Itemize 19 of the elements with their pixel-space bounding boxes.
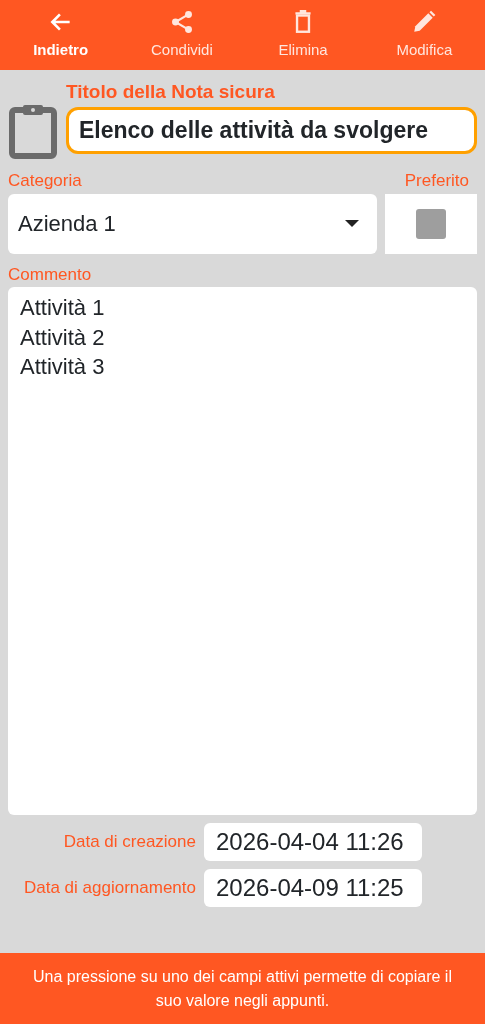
date-label: Data di creazione xyxy=(62,830,196,853)
comment-field[interactable]: Attività 1 Attività 2 Attività 3 xyxy=(8,287,477,815)
category-dropdown[interactable]: Azienda 1 xyxy=(8,193,377,254)
comment-line: Attività 1 xyxy=(20,294,106,322)
date-field[interactable]: 2026-04-09 11:25 xyxy=(204,869,422,907)
field-label: Commento xyxy=(7,263,93,286)
edit-icon xyxy=(411,8,438,35)
comment-line: Attività 3 xyxy=(20,353,106,382)
date-field[interactable]: 2026-04-04 11:26 xyxy=(204,823,422,861)
field-label: Preferito xyxy=(403,170,470,192)
date-label: Data di aggiornamento xyxy=(23,876,196,899)
comment-line: Attività 2 xyxy=(20,323,106,352)
field-label: Titolo della Nota sicura xyxy=(66,80,276,104)
title-field[interactable]: Elenco delle attività da svolgere xyxy=(66,106,477,155)
field-label: Categoria xyxy=(8,170,83,192)
caret-icon xyxy=(345,220,359,227)
favorite-checkbox[interactable] xyxy=(416,208,446,239)
footer-hint: Una pressione su uno dei campi attivi permette di copiare il suo valore negli appunti. xyxy=(0,953,485,1024)
clipboard-icon xyxy=(8,102,58,160)
